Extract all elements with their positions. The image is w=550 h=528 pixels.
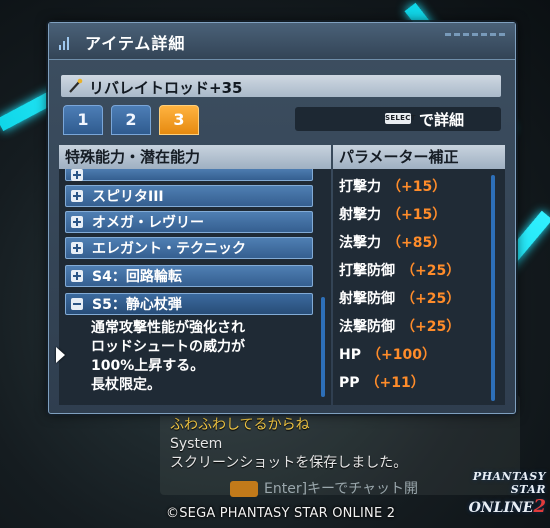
param-label: 射撃力 [339, 207, 381, 223]
chat-input-hint: Enter]キーでチャット開 [264, 481, 419, 497]
expand-icon [71, 169, 83, 181]
tab-1[interactable]: 1 [63, 105, 103, 135]
param-value: （+100） [366, 347, 436, 363]
param-label: HP [339, 347, 361, 363]
keyboard-icon [230, 481, 258, 497]
param-value: （+11） [365, 375, 425, 391]
param-label: 法撃力 [339, 235, 381, 251]
param-row: 打撃力 （+15） [339, 175, 446, 199]
copyright-text: ©SEGA PHANTASY STAR ONLINE 2 [166, 506, 396, 521]
expand-icon [71, 242, 83, 254]
param-label: 打撃防御 [339, 263, 395, 279]
ability-label: S4：回路輪転 [92, 269, 182, 285]
param-value: （+25） [401, 319, 461, 335]
collapse-icon [71, 298, 83, 310]
window-titlebar[interactable]: アイテム詳細 [49, 23, 515, 60]
parameters-scrollbar[interactable] [491, 175, 495, 401]
item-name: リバレイトロッド+35 [89, 79, 243, 97]
ability-description-line: ロッドシュートの威力が [91, 339, 245, 355]
ability-row[interactable]: S4：回路輪転 [65, 265, 313, 287]
param-label: PP [339, 375, 360, 391]
detail-hint-text: で詳細 [419, 111, 465, 129]
ability-label: スピリタIII [92, 189, 164, 205]
game-logo: PHANTASY STAR ONLINE2 [448, 470, 546, 518]
signal-icon [59, 36, 73, 50]
chat-log: ふわふわしてるからね System スクリーンショットを保存しました。 [170, 416, 530, 473]
ability-row-partial[interactable] [65, 169, 313, 181]
ability-row[interactable]: エレガント・テクニック [65, 237, 313, 259]
logo-number: 2 [533, 496, 546, 517]
ability-label: エレガント・テクニック [92, 241, 246, 257]
logo-line2: ONLINE [468, 500, 534, 516]
ability-label: S5：静心杖弾 [92, 297, 182, 313]
param-row: HP （+100） [339, 343, 436, 367]
param-value: （+15） [387, 179, 447, 195]
expand-icon [71, 270, 83, 282]
tab-2[interactable]: 2 [111, 105, 151, 135]
param-value: （+15） [387, 207, 447, 223]
select-key-icon: SELECT [385, 113, 416, 124]
expand-icon [71, 190, 83, 202]
ability-row[interactable]: スピリタIII [65, 185, 313, 207]
ability-row[interactable]: オメガ・レヴリー [65, 211, 313, 233]
param-row: 法撃防御 （+25） [339, 315, 460, 339]
ability-description-line: 100%上昇する。 [91, 358, 205, 374]
tab-3[interactable]: 3 [159, 105, 199, 135]
param-row: 打撃防御 （+25） [339, 259, 460, 283]
ability-description-line: 通常攻撃性能が強化され [91, 320, 245, 336]
ability-description: 通常攻撃性能が強化され ロッドシュートの威力が 100%上昇する。 長杖限定。 [91, 319, 317, 395]
logo-line1: PHANTASY STAR [472, 470, 546, 496]
param-value: （+25） [401, 263, 461, 279]
ability-label: オメガ・レヴリー [92, 215, 204, 231]
window-title: アイテム詳細 [85, 34, 186, 53]
abilities-list[interactable]: スピリタIII オメガ・レヴリー エレガント・テクニック S4：回路輪転 S5：… [59, 169, 331, 405]
param-row: 射撃防御 （+25） [339, 287, 460, 311]
rod-icon [69, 78, 83, 93]
chat-player-line: ふわふわしてるからね [170, 417, 310, 433]
abilities-header: 特殊能力・潜在能力 [59, 145, 331, 169]
param-row: 射撃力 （+15） [339, 203, 446, 227]
parameters-list: 打撃力 （+15） 射撃力 （+15） 法撃力 （+85） 打撃防御 （+25） 射撃防… [333, 169, 505, 405]
item-name-bar: リバレイトロッド+35 [61, 75, 501, 97]
pointer-cursor-icon [56, 347, 65, 363]
param-label: 打撃力 [339, 179, 381, 195]
parameters-header: パラメーター補正 [333, 145, 505, 169]
param-label: 射撃防御 [339, 291, 395, 307]
abilities-scrollbar[interactable] [321, 297, 325, 397]
title-decoration [445, 33, 505, 36]
ability-row-expanded[interactable]: S5：静心杖弾 [65, 293, 313, 315]
param-label: 法撃防御 [339, 319, 395, 335]
param-value: （+85） [387, 235, 447, 251]
detail-hint-bar[interactable]: SELECT で詳細 [295, 107, 501, 131]
expand-icon [71, 216, 83, 228]
param-value: （+25） [401, 291, 461, 307]
item-detail-window: アイテム詳細 リバレイトロッド+35 1 2 3 SELECT で詳細 特殊能力… [48, 22, 516, 414]
ability-description-line: 長杖限定。 [91, 377, 161, 393]
param-row: PP （+11） [339, 371, 425, 395]
chat-system-label: System [170, 436, 223, 452]
param-row: 法撃力 （+85） [339, 231, 446, 255]
